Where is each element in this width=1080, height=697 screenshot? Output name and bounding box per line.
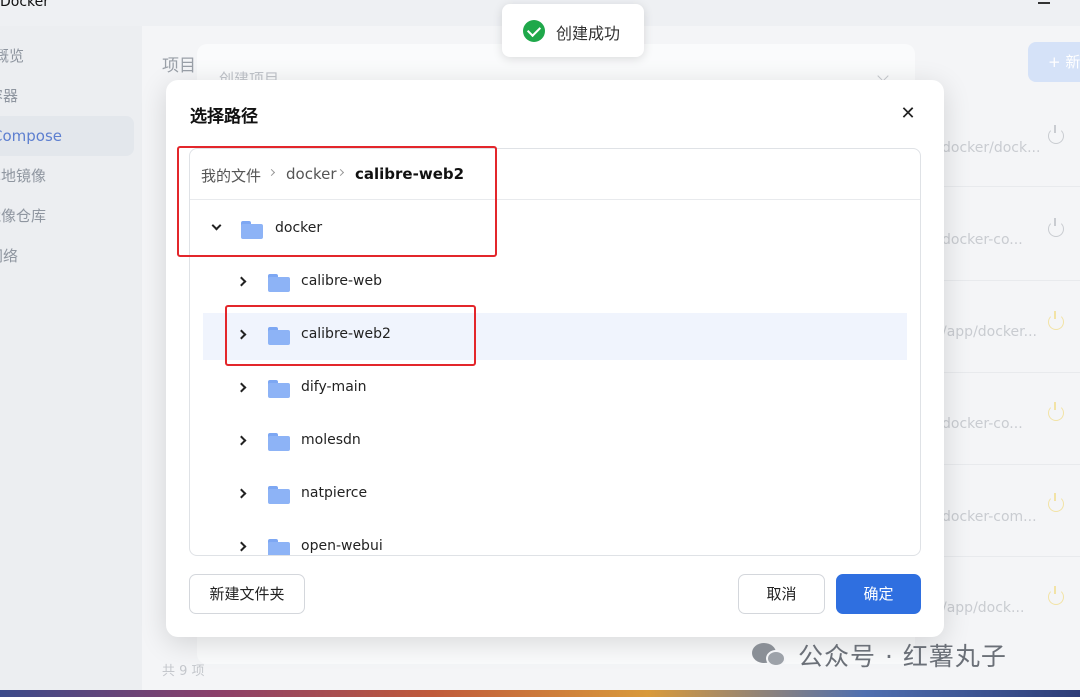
project-path: /app/dock... (942, 600, 1025, 616)
folder-icon (241, 221, 263, 239)
folder-icon (268, 327, 290, 345)
sidebar-item-local-images[interactable]: 本地镜像 (0, 156, 120, 196)
tree-node-label: calibre-web (301, 273, 383, 289)
row-divider (932, 372, 1080, 373)
chevron-right-icon[interactable] (236, 329, 247, 340)
sidebar-item-registry[interactable]: 镜像仓库 (0, 196, 120, 236)
row-divider (932, 280, 1080, 281)
chevron-right-icon[interactable] (236, 541, 247, 552)
tree-node-natpierce[interactable]: natpierce (203, 472, 907, 519)
power-icon[interactable] (1048, 493, 1064, 512)
chevron-right-icon[interactable] (236, 382, 247, 393)
tree-node-dify-main[interactable]: dify-main (203, 366, 907, 413)
cancel-button[interactable]: 取消 (738, 574, 825, 614)
project-path: /app/docker... (942, 324, 1037, 340)
sidebar-item-network[interactable]: 网络 (0, 236, 122, 276)
total-count: 共 9 项 (162, 664, 205, 679)
folder-icon (268, 486, 290, 504)
chevron-down-icon[interactable] (211, 220, 222, 231)
chevron-right-icon[interactable] (236, 276, 247, 287)
wechat-icon (752, 641, 788, 669)
tree-node-open-webui[interactable]: open-webui (203, 525, 907, 555)
new-folder-button[interactable]: 新建文件夹 (189, 574, 305, 614)
tree-node-docker[interactable]: docker (203, 207, 907, 254)
project-path: docker-co... (942, 416, 1023, 432)
dialog-title: 选择路径 (190, 107, 258, 127)
breadcrumb-docker[interactable]: docker (286, 165, 337, 183)
success-toast: 创建成功 (502, 4, 644, 57)
sidebar-item-compose[interactable]: Compose (0, 116, 134, 156)
project-path: docker/dock... (942, 140, 1041, 156)
chevron-right-icon[interactable] (236, 435, 247, 446)
folder-icon (268, 380, 290, 398)
page-title: 项目 (162, 56, 196, 76)
power-icon[interactable] (1048, 125, 1064, 144)
folder-icon (268, 539, 290, 555)
tree-node-molesdn[interactable]: molesdn (203, 419, 907, 466)
sidebar: 概览 容器 Compose 本地镜像 镜像仓库 网络 (0, 26, 142, 690)
tree-node-label: natpierce (301, 485, 368, 501)
desktop-strip (0, 690, 1080, 697)
project-path: docker-com... (942, 509, 1037, 525)
tree-node-label: open-webui (301, 538, 383, 554)
chevron-right-icon (336, 168, 345, 177)
minimize-icon[interactable] (1036, 0, 1052, 12)
toast-message: 创建成功 (556, 24, 621, 43)
tree-node-label: molesdn (301, 432, 361, 448)
watermark-text: 公众号 · 红薯丸子 (798, 642, 1007, 671)
power-icon[interactable] (1048, 311, 1064, 330)
breadcrumb: 我的文件 docker calibre-web2 (190, 149, 920, 200)
project-path: docker-co... (942, 232, 1023, 248)
row-divider (932, 464, 1080, 465)
tree-node-calibre-web2[interactable]: calibre-web2 (203, 313, 907, 360)
folder-icon (268, 433, 290, 451)
check-circle-icon (523, 20, 545, 42)
tree-node-label: calibre-web2 (301, 326, 391, 342)
power-icon[interactable] (1048, 586, 1064, 605)
confirm-button[interactable]: 确定 (836, 574, 921, 614)
file-browser: 我的文件 docker calibre-web2 docker calibre-… (189, 148, 921, 556)
breadcrumb-current: calibre-web2 (355, 165, 465, 183)
select-path-dialog: 选择路径 ✕ 我的文件 docker calibre-web2 docker c… (166, 80, 944, 637)
row-divider (932, 186, 1080, 187)
tree-node-label: dify-main (301, 379, 367, 395)
folder-icon (268, 274, 290, 292)
close-icon[interactable]: ✕ (898, 104, 918, 124)
new-project-button[interactable]: + 新建 (1028, 42, 1080, 82)
tree-node-calibre-web[interactable]: calibre-web (203, 260, 907, 307)
row-divider (932, 556, 1080, 557)
chevron-right-icon[interactable] (236, 488, 247, 499)
power-icon[interactable] (1048, 402, 1064, 421)
breadcrumb-my-files[interactable]: 我的文件 (201, 165, 261, 186)
sidebar-item-containers[interactable]: 容器 (0, 76, 122, 116)
power-icon[interactable] (1048, 218, 1064, 237)
sidebar-item-overview[interactable]: 概览 (0, 36, 128, 76)
chevron-right-icon (267, 168, 276, 177)
app-title: Docker (0, 0, 50, 10)
tree-node-label: docker (275, 220, 323, 236)
